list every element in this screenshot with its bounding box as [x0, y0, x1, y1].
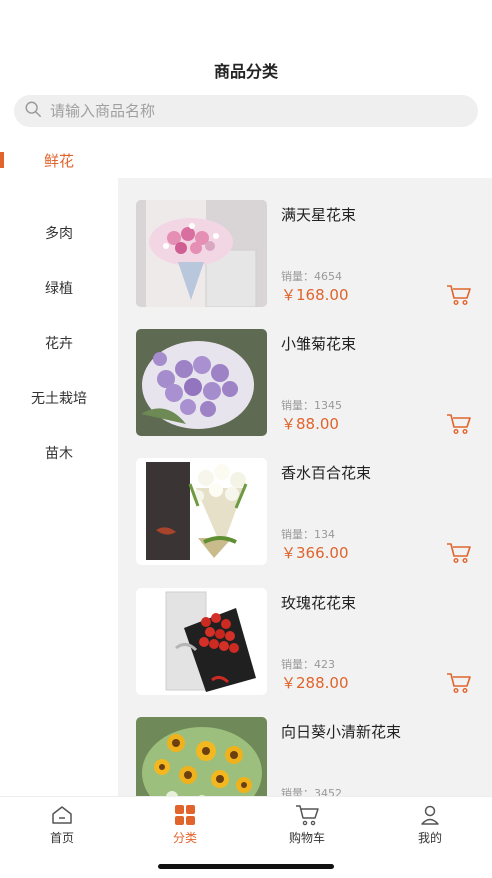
tab-cart[interactable]: 购物车	[267, 803, 347, 846]
tab-home[interactable]: 首页	[22, 803, 102, 846]
product-image[interactable]	[136, 329, 267, 436]
product-image[interactable]	[136, 717, 267, 796]
product-price: ￥88.00	[281, 415, 339, 433]
tab-label: 我的	[417, 831, 442, 845]
product-name[interactable]: 玫瑰花花束	[281, 592, 356, 613]
category-sidebar: 鲜花 多肉 绿植 花卉 无土栽培 苗木	[0, 140, 118, 480]
search-bar[interactable]	[14, 95, 478, 127]
add-to-cart-button[interactable]	[446, 542, 472, 564]
cart-icon	[296, 805, 319, 826]
product-name[interactable]: 小雏菊花束	[281, 333, 356, 354]
cart-icon	[447, 414, 471, 435]
cart-icon	[447, 673, 471, 694]
product-sales: 销量：4654	[281, 270, 342, 283]
product-card[interactable]: 向日葵小清新花束 销量：3452	[136, 717, 474, 796]
product-image[interactable]	[136, 458, 267, 565]
tab-label: 首页	[49, 831, 74, 845]
product-price: ￥288.00	[281, 674, 349, 692]
product-list[interactable]: 满天星花束 销量：4654 ￥168.00 小雏菊花束 销量：1345 ￥88.…	[118, 178, 492, 796]
sidebar-item-seedlings[interactable]: 苗木	[0, 425, 118, 480]
add-to-cart-button[interactable]	[446, 284, 472, 306]
user-icon	[421, 805, 439, 825]
product-sales: 销量：134	[281, 528, 335, 541]
product-name[interactable]: 向日葵小清新花束	[281, 721, 401, 742]
product-card[interactable]: 小雏菊花束 销量：1345 ￥88.00	[136, 329, 474, 439]
sidebar-item-flowering-plants[interactable]: 花卉	[0, 315, 118, 370]
home-indicator	[158, 864, 334, 869]
product-price: ￥366.00	[281, 544, 349, 562]
add-to-cart-button[interactable]	[446, 413, 472, 435]
product-card[interactable]: 满天星花束 销量：4654 ￥168.00	[136, 200, 474, 310]
tab-label: 购物车	[288, 831, 325, 845]
sidebar-item-succulents[interactable]: 多肉	[0, 205, 118, 260]
page-title: 商品分类	[213, 62, 278, 81]
add-to-cart-button[interactable]	[446, 672, 472, 694]
product-name[interactable]: 香水百合花束	[281, 462, 371, 483]
cart-icon	[447, 285, 471, 306]
product-name[interactable]: 满天星花束	[281, 204, 356, 225]
product-sales: 销量：1345	[281, 399, 342, 412]
category-icon	[175, 805, 195, 825]
search-icon	[24, 100, 42, 122]
tab-category[interactable]: 分类	[145, 803, 225, 846]
tab-profile[interactable]: 我的	[390, 803, 470, 846]
sidebar-item-soilless[interactable]: 无土栽培	[0, 370, 118, 425]
product-image[interactable]	[136, 588, 267, 695]
sidebar-item-green-plants[interactable]: 绿植	[0, 260, 118, 315]
tab-label: 分类	[172, 831, 197, 845]
product-image[interactable]	[136, 200, 267, 307]
search-input[interactable]	[50, 102, 450, 120]
sidebar-item-flowers[interactable]: 鲜花	[0, 140, 118, 205]
product-card[interactable]: 玫瑰花花束 销量：423 ￥288.00	[136, 588, 474, 698]
product-price: ￥168.00	[281, 286, 349, 304]
product-sales: 销量：423	[281, 658, 335, 671]
cart-icon	[447, 543, 471, 564]
product-card[interactable]: 香水百合花束 销量：134 ￥366.00	[136, 458, 474, 568]
product-sales: 销量：3452	[281, 787, 342, 796]
home-icon	[52, 806, 72, 824]
